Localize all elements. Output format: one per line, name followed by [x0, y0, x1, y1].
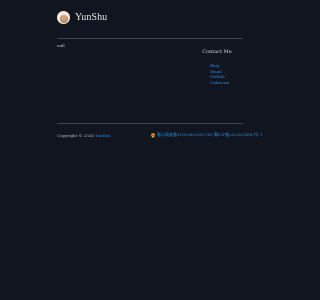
contact-link-unknown[interactable]: Unknown — [210, 80, 262, 86]
contact-list: Blog Email GitHub Unknown — [210, 63, 262, 85]
about-text: null — [57, 43, 65, 48]
contact-section: Contact Me Blog Email GitHub Unknown — [191, 49, 243, 85]
copyright-text: Copyright © 2026 — [57, 133, 94, 138]
footer-divider — [57, 123, 243, 124]
header-divider — [57, 38, 243, 39]
avatar-face — [60, 14, 67, 21]
icp-record-link[interactable]: 蜀公网安备51010602001783 蜀ICP备2023029687号-1 — [157, 132, 263, 138]
copyright: Copyright © 2026 YunShu — [57, 133, 111, 138]
icp-record: 蜀公网安备51010602001783 蜀ICP备2023029687号-1 — [151, 132, 263, 138]
page: YunShu null Contact Me Blog Email GitHub… — [0, 0, 300, 300]
site-title[interactable]: YunShu — [75, 12, 107, 23]
avatar-logo-icon[interactable] — [57, 11, 70, 24]
police-badge-icon — [151, 132, 155, 138]
site-header: YunShu — [57, 11, 107, 24]
contact-title: Contact Me — [202, 49, 232, 55]
copyright-author-link[interactable]: YunShu — [95, 133, 110, 138]
